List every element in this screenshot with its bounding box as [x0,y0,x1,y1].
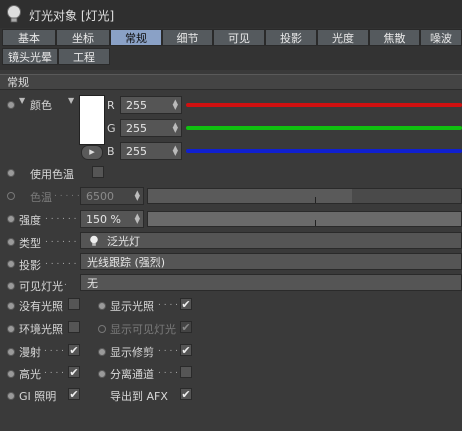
show-visible-light-label: 显示可见灯光 [110,323,176,336]
show-visible-light-checkbox[interactable]: ✔ [180,321,192,333]
intensity-slider[interactable] [147,211,462,227]
window-title: 灯光对象 [灯光] [29,9,115,23]
type-dropdown[interactable]: 泛光灯 [80,232,462,249]
label-dots: . . . . [158,298,179,308]
use-temperature-label: 使用色温 [30,168,74,181]
label-dots: . . . . [158,366,179,376]
tab-noise[interactable]: 噪波 [420,29,462,46]
animation-dot[interactable] [7,238,15,246]
label-dots: . . . . . . [45,212,77,222]
visible-light-label: 可见灯光 [19,280,63,293]
light-bulb-icon [90,235,98,246]
animation-dot[interactable] [7,302,15,310]
blue-slider[interactable] [186,149,462,153]
visible-light-dropdown[interactable]: 无 [80,274,462,291]
export-afx-checkbox[interactable]: ✔ [180,388,192,400]
ambient-illumination-label: 环境光照 [19,323,63,336]
animation-dot[interactable] [7,169,15,177]
animation-dot[interactable] [7,260,15,268]
color-swatch[interactable] [79,95,105,145]
animation-dot[interactable] [98,302,106,310]
use-temperature-checkbox[interactable] [92,166,104,178]
show-illumination-label: 显示光照 [110,300,154,313]
spinner-arrows-icon[interactable]: ▲ ▼ [173,122,178,134]
no-illumination-checkbox[interactable] [68,298,80,310]
separate-pass-label: 分离通道 [110,368,154,381]
label-dots: . [64,278,67,288]
animation-dot[interactable] [98,370,106,378]
gi-illumination-checkbox[interactable]: ✔ [68,388,80,400]
intensity-label: 强度 [19,214,41,227]
animation-dot[interactable] [7,348,15,356]
gi-illumination-label: GI 照明 [19,390,57,403]
animation-dot[interactable] [7,282,15,290]
tab-general[interactable]: 常规 [110,29,162,46]
color-label: 颜色 [30,99,52,112]
animation-dot[interactable] [98,348,106,356]
blue-label: B [107,145,115,158]
tab-coordinates[interactable]: 坐标 [56,29,110,46]
red-value-field[interactable]: 255 ▲ ▼ [120,96,182,114]
show-clipping-checkbox[interactable]: ✔ [180,344,192,356]
shadow-label: 投影 [19,259,41,272]
export-afx-label: 导出到 AFX [110,390,168,403]
intensity-value-field[interactable]: 150 % ▲ ▼ [80,210,144,228]
animation-dot[interactable] [7,325,15,333]
section-header-general: 常规 [0,74,462,90]
specular-label: 高光 [19,368,41,381]
tab-project[interactable]: 工程 [58,48,110,65]
green-slider[interactable] [186,126,462,130]
light-bulb-icon [7,5,21,23]
green-value-field[interactable]: 255 ▲ ▼ [120,119,182,137]
show-clipping-label: 显示修剪 [110,346,154,359]
animation-dot[interactable] [7,392,15,400]
red-slider[interactable] [186,103,462,107]
title-bar: 灯光对象 [灯光] [0,0,462,29]
type-value: 泛光灯 [107,235,140,248]
temperature-value-field[interactable]: 6500 ▲ ▼ [80,187,144,205]
spinner-arrows-icon[interactable]: ▲ ▼ [173,145,178,157]
tab-lens-flare[interactable]: 镜头光晕 [2,48,58,65]
tab-basic[interactable]: 基本 [2,29,56,46]
label-dots: . . . . [44,344,65,354]
temperature-slider[interactable] [147,188,462,204]
color-mode-arrow-icon[interactable]: ▼ [68,96,74,105]
red-label: R [107,99,115,112]
animation-dot[interactable] [7,101,15,109]
label-dots: . . . . . . [45,235,77,245]
no-illumination-label: 没有光照 [19,300,63,313]
temperature-label: 色温 [30,191,52,204]
diffuse-label: 漫射 [19,346,41,359]
tab-details[interactable]: 细节 [162,29,213,46]
show-illumination-checkbox[interactable]: ✔ [180,298,192,310]
animation-dot[interactable] [98,325,106,333]
spinner-arrows-icon[interactable]: ▲ ▼ [135,190,140,202]
animation-dot[interactable] [7,192,15,200]
label-dots: . . . . . . [45,257,77,267]
label-dots: . . . . [44,366,65,376]
animation-dot[interactable] [7,215,15,223]
tab-visibility[interactable]: 可见 [213,29,265,46]
color-picker-toggle[interactable]: ▸ [81,145,103,160]
spinner-arrows-icon[interactable]: ▲ ▼ [173,99,178,111]
animation-dot[interactable] [7,370,15,378]
separate-pass-checkbox[interactable] [180,366,192,378]
label-dots: . . . . [158,344,179,354]
type-label: 类型 [19,237,41,250]
ambient-illumination-checkbox[interactable] [68,321,80,333]
tab-bar: 基本 坐标 常规 细节 可见 投影 光度 焦散 噪波 镜头光晕 工程 [0,28,462,70]
tab-shadow[interactable]: 投影 [265,29,317,46]
shadow-dropdown[interactable]: 光线跟踪 (强烈) [80,253,462,270]
green-label: G [107,122,116,135]
spinner-arrows-icon[interactable]: ▲ ▼ [135,213,140,225]
specular-checkbox[interactable]: ✔ [68,366,80,378]
expand-arrow-icon[interactable]: ▼ [19,96,25,105]
diffuse-checkbox[interactable]: ✔ [68,344,80,356]
tab-caustics[interactable]: 焦散 [369,29,420,46]
blue-value-field[interactable]: 255 ▲ ▼ [120,142,182,160]
tab-photometric[interactable]: 光度 [317,29,369,46]
